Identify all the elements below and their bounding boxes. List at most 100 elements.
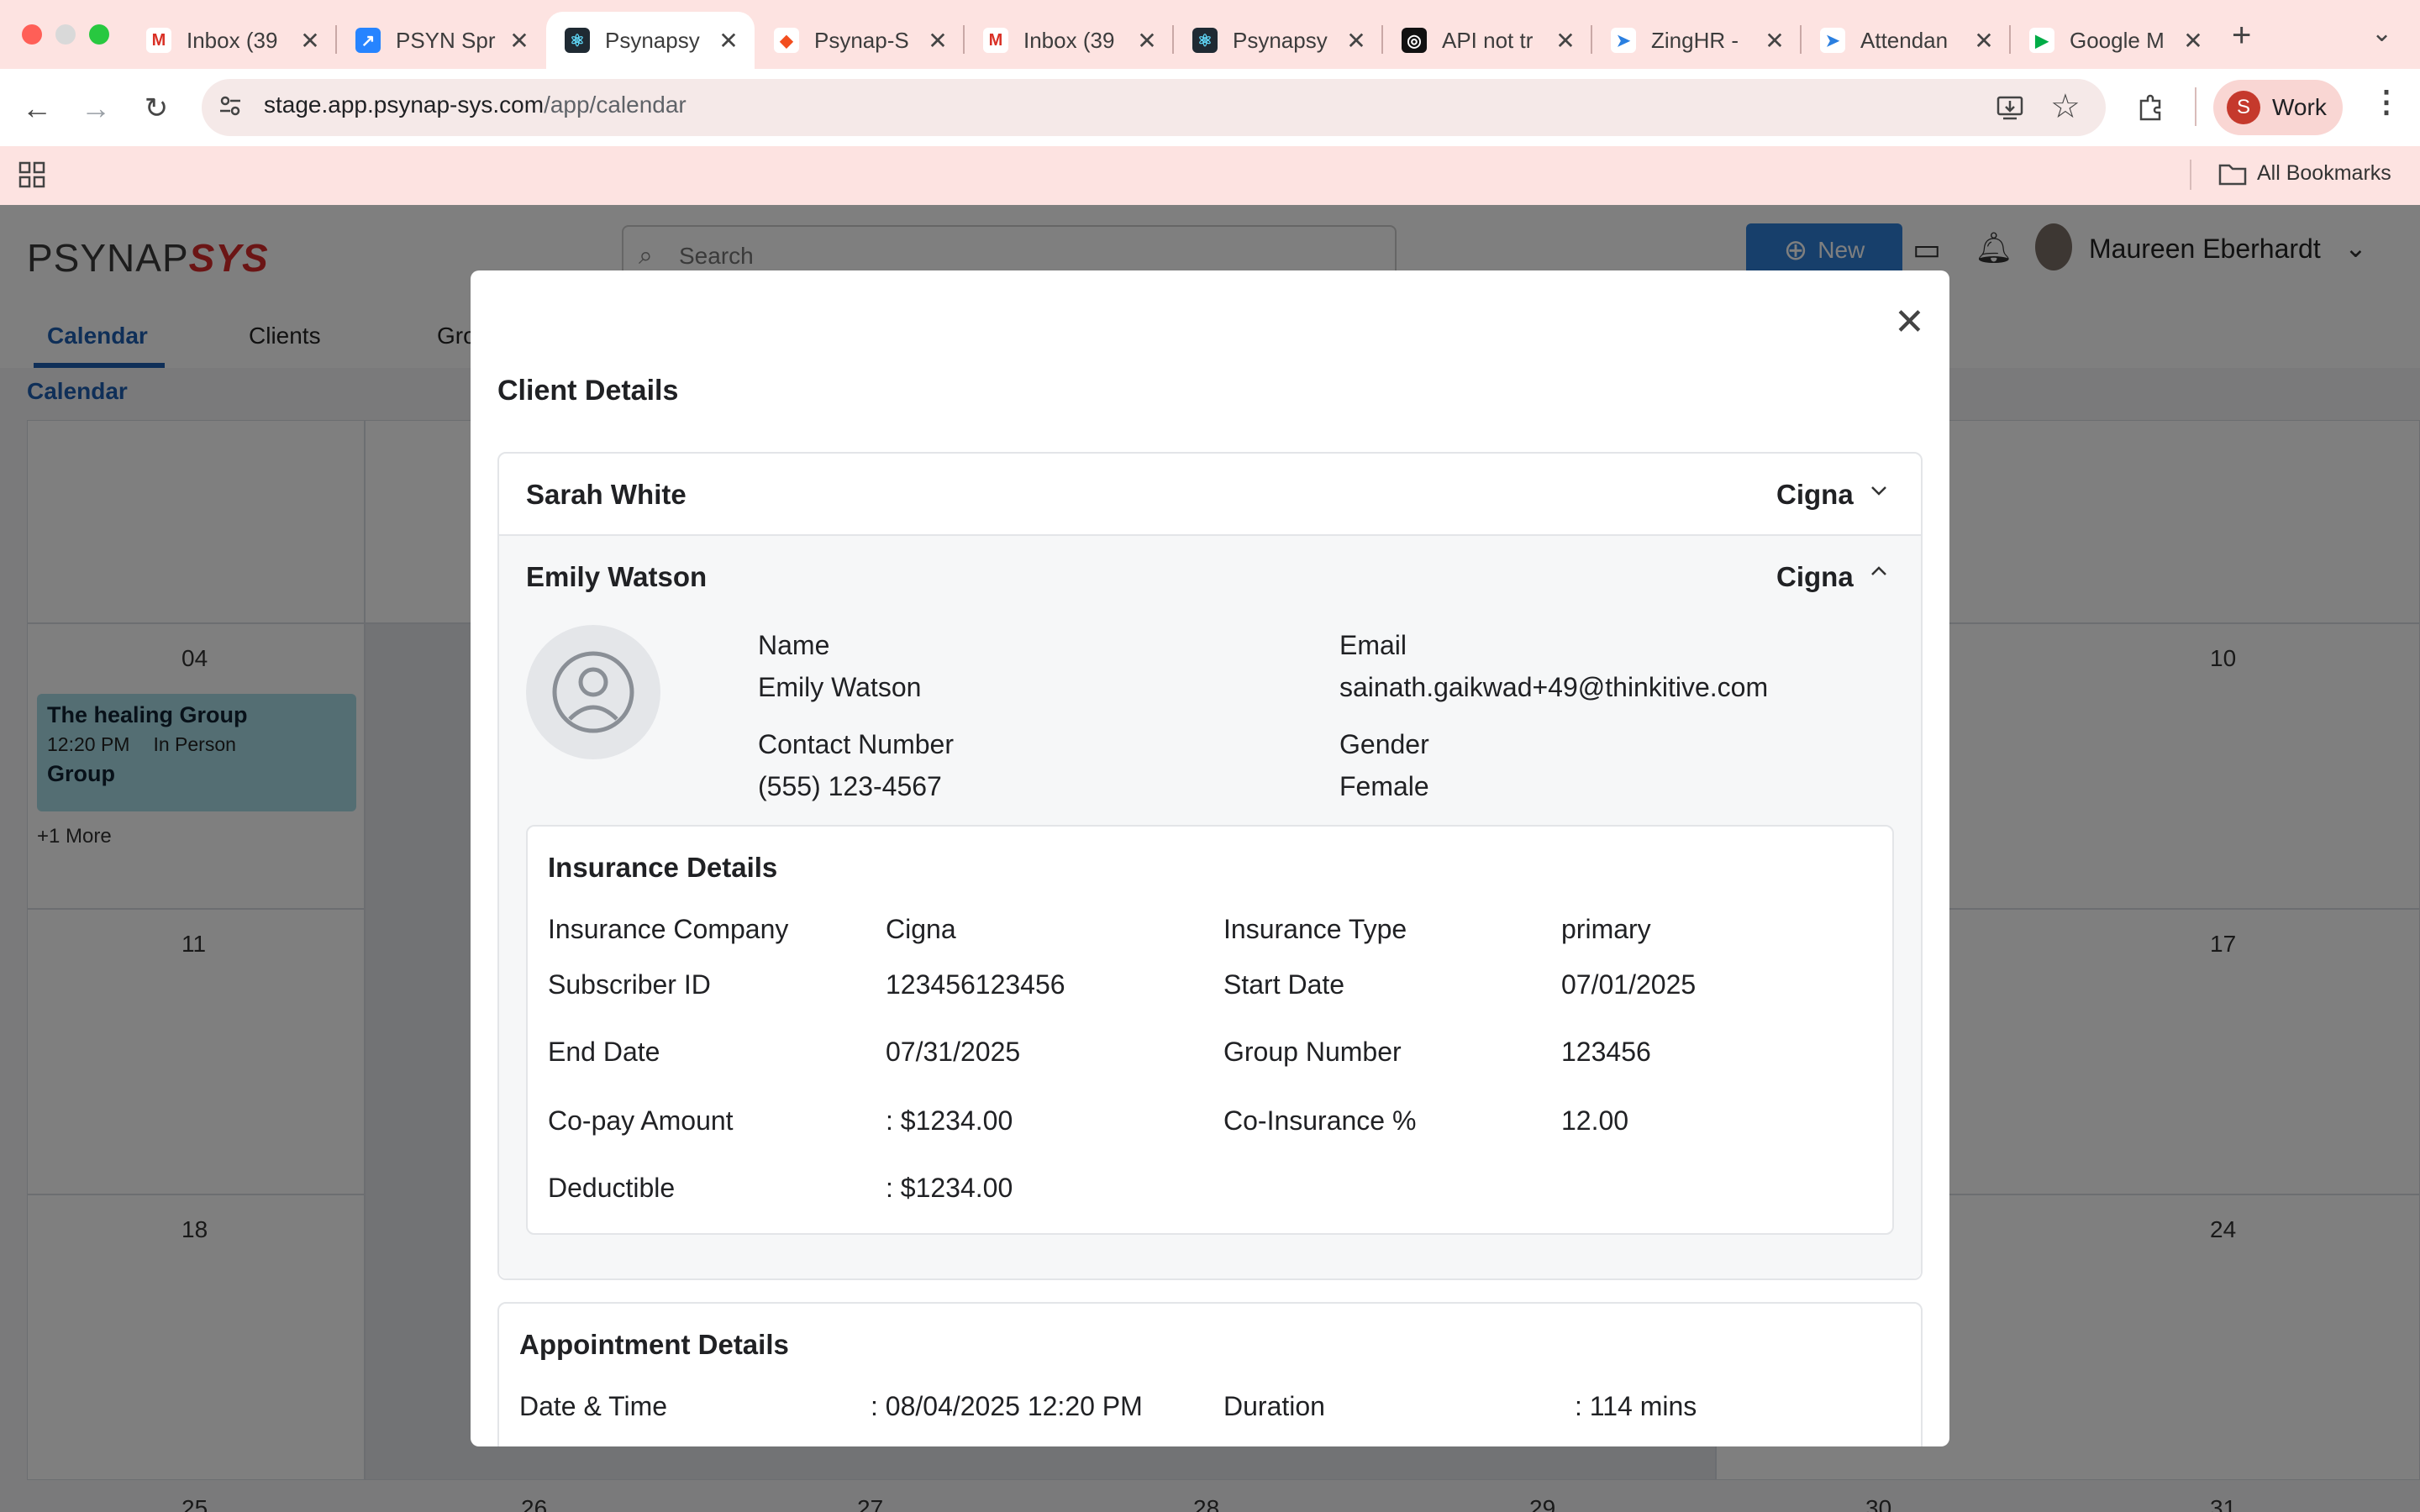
folder-icon bbox=[2218, 164, 2247, 185]
tab-title: Psynapsy bbox=[1233, 27, 1328, 53]
client-row-sarah-white[interactable] bbox=[499, 454, 1921, 534]
client-name[interactable]: Emily Watson bbox=[526, 561, 707, 593]
browser-tab[interactable]: ⚛ Psynapsy ✕ bbox=[1174, 12, 1382, 69]
browser-tab[interactable]: ↗ PSYN Spr ✕ bbox=[337, 12, 545, 69]
insurance-company-value: Cigna bbox=[886, 914, 956, 944]
all-bookmarks-label: All Bookmarks bbox=[2257, 161, 2391, 185]
extensions-puzzle-icon[interactable] bbox=[2134, 91, 2166, 123]
tab-close-icon[interactable]: ✕ bbox=[1762, 27, 1787, 55]
subscriber-id-value: 123456123456 bbox=[886, 969, 1065, 1000]
coinsurance-value: 12.00 bbox=[1561, 1105, 1629, 1136]
forward-arrow-icon[interactable]: → bbox=[74, 87, 118, 130]
insurance-heading: Insurance Details bbox=[548, 852, 778, 883]
tab-search-chevron-icon[interactable]: ⌄ bbox=[2371, 18, 2392, 48]
tab-separator bbox=[1172, 25, 1174, 54]
back-arrow-icon[interactable]: ← bbox=[15, 87, 59, 130]
tab-close-icon[interactable]: ✕ bbox=[1344, 27, 1369, 55]
browser-tab[interactable]: M Inbox (39 ✕ bbox=[965, 12, 1173, 69]
duration-value: : 114 mins bbox=[1575, 1391, 1697, 1421]
profile-label: Work bbox=[2272, 94, 2327, 120]
client-avatar bbox=[526, 625, 660, 759]
tab-close-icon[interactable]: ✕ bbox=[507, 27, 532, 55]
user-circle-icon bbox=[552, 651, 634, 733]
tab-close-icon[interactable]: ✕ bbox=[1971, 27, 1996, 55]
client-insurance: Cigna bbox=[1776, 479, 1854, 510]
toolbar-divider bbox=[2195, 87, 2196, 126]
copay-label: Co-pay Amount bbox=[548, 1105, 734, 1136]
browser-tab[interactable]: ◎ API not tr ✕ bbox=[1383, 12, 1591, 69]
tab-title: API not tr bbox=[1442, 27, 1534, 53]
start-date-value: 07/01/2025 bbox=[1561, 969, 1697, 1000]
client-details-modal: ✕ Client Details Sarah White Cigna Emily… bbox=[471, 270, 1949, 1446]
react-icon: ⚛ bbox=[565, 28, 590, 53]
end-date-label: End Date bbox=[548, 1037, 660, 1067]
insurance-company-label: Insurance Company bbox=[548, 914, 789, 944]
tab-close-icon[interactable]: ✕ bbox=[716, 27, 741, 55]
modal-title: Client Details bbox=[497, 375, 679, 407]
browser-menu-icon[interactable]: ⋮ bbox=[2371, 84, 2402, 119]
tab-separator bbox=[335, 25, 337, 54]
tab-close-icon[interactable]: ✕ bbox=[1553, 27, 1578, 55]
zinghr-icon: ➤ bbox=[1820, 28, 1845, 53]
zoom-window-button[interactable] bbox=[89, 24, 109, 45]
close-icon[interactable]: ✕ bbox=[1894, 304, 1925, 341]
browser-tab[interactable]: ▶ Google M ✕ bbox=[2011, 12, 2219, 69]
profile-button[interactable]: S Work bbox=[2213, 80, 2343, 135]
tab-title: Psynap-S bbox=[814, 27, 909, 53]
email-value: sainath.gaikwad+49@thinkitive.com bbox=[1339, 672, 1769, 702]
tab-separator bbox=[963, 25, 965, 54]
google-meet-icon: ▶ bbox=[2029, 28, 2054, 53]
email-label: Email bbox=[1339, 630, 1407, 660]
minimize-window-button[interactable] bbox=[55, 24, 76, 45]
tab-separator bbox=[1800, 25, 1802, 54]
copay-value: : $1234.00 bbox=[886, 1105, 1013, 1136]
site-info-icon[interactable] bbox=[217, 92, 244, 119]
close-window-button[interactable] bbox=[22, 24, 42, 45]
appointment-details-card bbox=[497, 1302, 1923, 1446]
tab-title: Psynapsy bbox=[605, 27, 700, 53]
browser-tab[interactable]: M Inbox (39 ✕ bbox=[128, 12, 336, 69]
insurance-type-label: Insurance Type bbox=[1223, 914, 1407, 944]
install-app-icon[interactable] bbox=[1995, 92, 2025, 123]
chevron-down-icon[interactable] bbox=[1869, 480, 1889, 501]
gmail-icon: M bbox=[146, 28, 171, 53]
gender-value: Female bbox=[1339, 771, 1429, 801]
all-bookmarks-button[interactable]: All Bookmarks bbox=[2218, 161, 2391, 186]
tab-close-icon[interactable]: ✕ bbox=[1134, 27, 1160, 55]
bookmarks-bar bbox=[0, 146, 2420, 205]
end-date-value: 07/31/2025 bbox=[886, 1037, 1021, 1067]
reload-icon[interactable]: ↻ bbox=[134, 87, 178, 130]
coinsurance-label: Co-Insurance % bbox=[1223, 1105, 1417, 1136]
tab-close-icon[interactable]: ✕ bbox=[2181, 27, 2206, 55]
openai-icon: ◎ bbox=[1402, 28, 1427, 53]
insurance-details-card bbox=[526, 825, 1894, 1235]
gender-label: Gender bbox=[1339, 729, 1429, 759]
apps-grid-icon[interactable] bbox=[18, 161, 45, 188]
subscriber-id-label: Subscriber ID bbox=[548, 969, 711, 1000]
tab-separator bbox=[1381, 25, 1383, 54]
react-icon: ⚛ bbox=[1192, 28, 1218, 53]
duration-label: Duration bbox=[1223, 1391, 1325, 1421]
contact-value: (555) 123-4567 bbox=[758, 771, 942, 801]
profile-avatar: S bbox=[2227, 91, 2260, 124]
tab-title: Inbox (39 bbox=[187, 27, 278, 53]
chevron-up-icon[interactable] bbox=[1869, 561, 1889, 581]
start-date-label: Start Date bbox=[1223, 969, 1345, 1000]
browser-tab[interactable]: ➤ Attendan ✕ bbox=[1802, 12, 2010, 69]
browser-tab[interactable]: ◆ Psynap-S ✕ bbox=[755, 12, 964, 69]
deductible-value: : $1234.00 bbox=[886, 1173, 1013, 1203]
browser-tab[interactable]: ⚛ Psynapsy ✕ bbox=[546, 12, 755, 69]
tab-close-icon[interactable]: ✕ bbox=[297, 27, 323, 55]
new-tab-button[interactable]: + bbox=[2232, 17, 2251, 55]
client-name: Sarah White bbox=[526, 479, 687, 510]
tab-title: Inbox (39 bbox=[1023, 27, 1115, 53]
gmail-icon: M bbox=[983, 28, 1008, 53]
tab-close-icon[interactable]: ✕ bbox=[925, 27, 950, 55]
group-number-value: 123456 bbox=[1561, 1037, 1651, 1067]
client-insurance: Cigna bbox=[1776, 561, 1854, 592]
tab-title: Google M bbox=[2070, 27, 2165, 53]
name-value: Emily Watson bbox=[758, 672, 922, 702]
browser-tab[interactable]: ➤ ZingHR - ✕ bbox=[1592, 12, 1801, 69]
group-number-label: Group Number bbox=[1223, 1037, 1402, 1067]
bookmark-star-icon[interactable]: ☆ bbox=[2050, 87, 2081, 126]
